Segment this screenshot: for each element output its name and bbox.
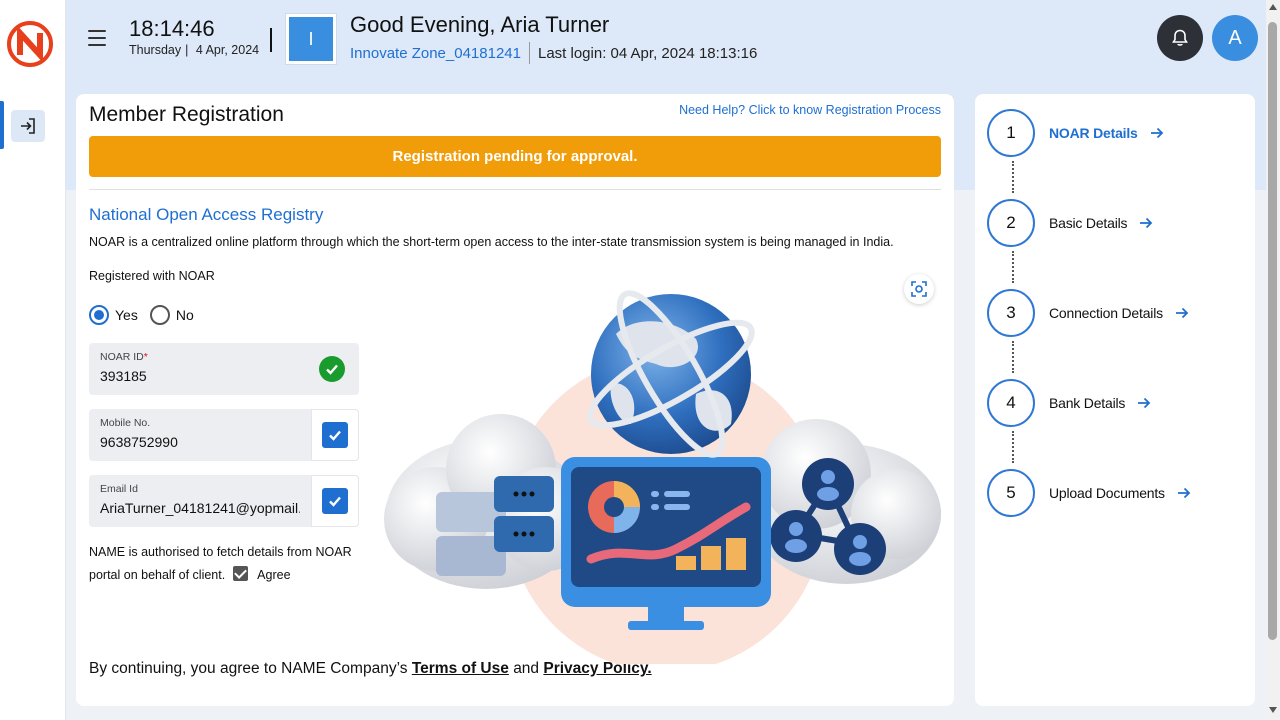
monitor-icon <box>561 457 771 630</box>
side-rail <box>0 0 66 720</box>
arrow-right-icon <box>1140 217 1153 229</box>
mobile-checkbox-wrap[interactable] <box>311 409 359 461</box>
registered-label: Registered with NOAR <box>89 269 215 283</box>
step-number: 3 <box>987 289 1035 337</box>
date-line: Thursday | 4 Apr, 2024 <box>129 43 260 57</box>
email-label: Email Id <box>100 483 138 495</box>
checkmark-icon <box>329 496 341 507</box>
mobile-field[interactable]: Mobile No. 9638752990 <box>89 409 359 461</box>
arrow-right-icon <box>1138 397 1151 409</box>
registered-radio-group: Yes No <box>89 305 206 325</box>
noar-id-field[interactable]: NOAR ID* 393185 <box>89 343 359 395</box>
step-label: Bank Details <box>1049 395 1126 411</box>
header-subline: Innovate Zone_04181241 Last login: 04 Ap… <box>350 42 757 64</box>
radio-no-control[interactable] <box>149 305 170 325</box>
section-title: National Open Access Registry <box>89 205 324 224</box>
step-connector <box>1012 251 1014 283</box>
arrow-right-icon <box>1150 127 1163 139</box>
radio-yes-label: Yes <box>115 307 138 323</box>
mobile-label: Mobile No. <box>100 417 151 429</box>
notifications-button[interactable] <box>1157 15 1203 61</box>
scroll-down-icon[interactable] <box>1269 707 1277 713</box>
step-upload-documents[interactable]: 5 Upload Documents <box>987 469 1191 517</box>
last-login: Last login: 04 Apr, 2024 18:13:16 <box>537 44 758 62</box>
sign-in-icon <box>21 118 35 134</box>
greeting-text: Good Evening, Aria Turner <box>350 12 610 37</box>
step-number: 1 <box>987 109 1035 157</box>
step-connector <box>1012 341 1014 373</box>
authorisation-text: NAME is authorised to fetch details from… <box>89 541 364 587</box>
mobile-checkbox[interactable] <box>322 422 348 448</box>
registration-card: Member Registration Need Help? Click to … <box>76 94 954 706</box>
divider <box>89 189 941 190</box>
radio-no-label: No <box>175 307 194 323</box>
current-date: 4 Apr, 2024 <box>195 43 260 57</box>
radio-yes[interactable]: Yes <box>89 305 138 325</box>
network-illustration <box>384 290 941 664</box>
organization-avatar[interactable]: I <box>286 14 336 64</box>
clock-time: 18:14:46 <box>129 16 215 41</box>
authorisation-statement: NAME is authorised to fetch details from… <box>89 545 352 582</box>
step-noar-details[interactable]: 1 NOAR Details <box>987 109 1164 157</box>
status-banner: Registration pending for approval. <box>89 136 941 177</box>
arrow-right-icon <box>1177 487 1191 499</box>
brand-logo-icon[interactable] <box>6 20 54 68</box>
step-connector <box>1012 161 1014 193</box>
email-value[interactable]: AriaTurner_04181241@yopmail.com <box>100 500 300 516</box>
checkmark-icon <box>329 430 341 441</box>
step-bank-details[interactable]: 4 Bank Details <box>987 379 1151 427</box>
subline-divider <box>528 42 530 64</box>
verified-check-icon <box>319 356 345 382</box>
step-number: 5 <box>987 469 1035 517</box>
section-description: NOAR is a centralized online platform th… <box>89 235 894 249</box>
bell-icon <box>1172 29 1188 46</box>
terms-prefix: By continuing, you agree to NAME Company… <box>89 660 408 677</box>
arrow-right-icon <box>1175 307 1189 319</box>
agree-label: Agree <box>257 568 291 582</box>
step-connection-details[interactable]: 3 Connection Details <box>987 289 1189 337</box>
scrollbar-thumb[interactable] <box>1268 22 1277 640</box>
rail-active-indicator <box>0 101 4 149</box>
menu-icon[interactable] <box>88 30 106 46</box>
header-divider <box>270 28 272 52</box>
scroll-up-icon[interactable] <box>1269 4 1277 10</box>
registration-steps: 1 NOAR Details 2 Basic Details 3 Connect… <box>975 94 1255 706</box>
step-basic-details[interactable]: 2 Basic Details <box>987 199 1153 247</box>
step-label: Connection Details <box>1049 305 1163 321</box>
agree-checkbox[interactable] <box>232 566 248 581</box>
step-number: 4 <box>987 379 1035 427</box>
mobile-value[interactable]: 9638752990 <box>100 434 300 450</box>
step-number: 2 <box>987 199 1035 247</box>
expand-view-button[interactable] <box>904 274 934 304</box>
page-title: Member Registration <box>89 103 284 126</box>
step-label: Upload Documents <box>1049 485 1165 501</box>
user-avatar[interactable]: A <box>1212 15 1258 61</box>
day-name: Thursday <box>129 43 182 57</box>
zone-link[interactable]: Innovate Zone_04181241 <box>350 45 521 62</box>
noar-id-value[interactable]: 393185 <box>100 368 300 384</box>
login-nav-button[interactable] <box>11 110 45 142</box>
radio-no[interactable]: No <box>149 305 194 325</box>
noar-id-label: NOAR ID* <box>100 351 148 363</box>
step-connector <box>1012 431 1014 463</box>
email-checkbox[interactable] <box>322 488 348 514</box>
email-field[interactable]: Email Id AriaTurner_04181241@yopmail.com <box>89 475 359 527</box>
help-link[interactable]: Need Help? Click to know Registration Pr… <box>679 103 941 117</box>
scan-icon <box>911 281 927 297</box>
radio-yes-control[interactable] <box>89 305 109 325</box>
step-label: Basic Details <box>1049 215 1128 231</box>
step-label: NOAR Details <box>1049 125 1138 141</box>
email-checkbox-wrap[interactable] <box>311 475 359 527</box>
